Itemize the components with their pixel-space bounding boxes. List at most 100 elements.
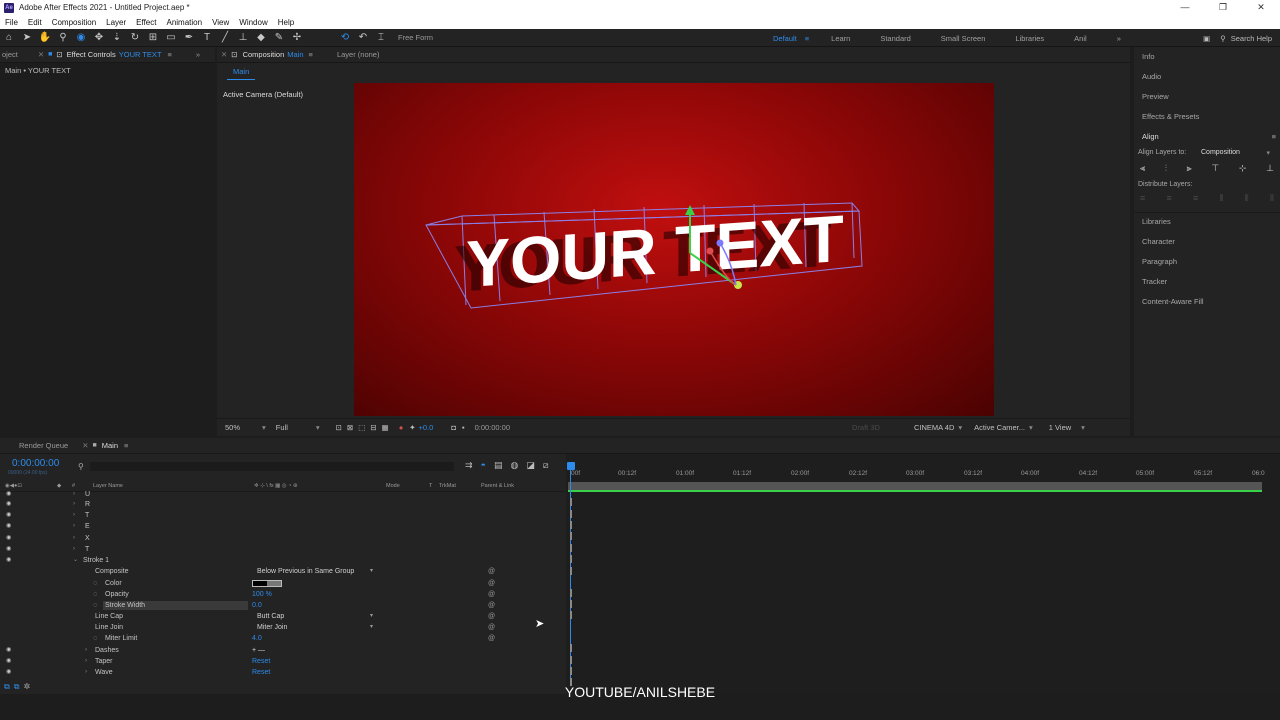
- keyframe-marker[interactable]: [570, 589, 572, 597]
- twirl-icon[interactable]: ›: [73, 544, 75, 555]
- eraser-tool-icon[interactable]: ◆: [252, 32, 270, 43]
- resolution-dropdown[interactable]: Full: [276, 423, 288, 432]
- workspace-learn[interactable]: Learn: [831, 34, 850, 43]
- tab-effect-controls[interactable]: Effect Controls: [67, 50, 116, 59]
- twirl-icon[interactable]: ›: [85, 667, 87, 678]
- distribute-vcenter-icon[interactable]: ≡: [1167, 193, 1172, 204]
- eye-icon[interactable]: ◉: [6, 544, 11, 555]
- line-join-dropdown[interactable]: Miter Join: [253, 623, 377, 632]
- lock-icon[interactable]: ⊡: [56, 50, 62, 59]
- show-snapshot-icon[interactable]: ▪: [462, 423, 465, 432]
- panel-align[interactable]: Align: [1142, 132, 1159, 141]
- layer-row[interactable]: ◉ › R: [0, 499, 565, 510]
- eye-icon[interactable]: ◉: [6, 499, 11, 510]
- layer-row[interactable]: ◉ › X: [0, 533, 565, 544]
- workspace-default[interactable]: Default: [773, 34, 797, 43]
- minimize-button[interactable]: —: [1166, 0, 1204, 15]
- composition-viewer[interactable]: YOUR TEXT YOUR TEXT: [354, 83, 994, 416]
- menu-edit[interactable]: Edit: [23, 18, 47, 27]
- graph-toggle-icon[interactable]: ⧄: [543, 460, 549, 471]
- graph-editor-icon[interactable]: ◪: [526, 460, 535, 471]
- align-vertical-center-icon[interactable]: ⊹: [1239, 163, 1247, 174]
- playhead-handle[interactable]: [567, 462, 575, 470]
- align-to-dropdown[interactable]: Composition: [1201, 149, 1240, 156]
- current-time-display[interactable]: 0:00:00:00: [475, 423, 510, 432]
- home-icon[interactable]: ⌂: [0, 32, 18, 43]
- eye-icon[interactable]: ◉: [6, 555, 11, 566]
- eye-icon[interactable]: ◉: [6, 521, 11, 532]
- renderer-dropdown[interactable]: CINEMA 4D: [914, 423, 954, 432]
- close-tab-icon[interactable]: ✕: [221, 50, 227, 59]
- color-swatch[interactable]: [252, 580, 282, 587]
- property-row[interactable]: ◉ › Wave Reset: [0, 667, 565, 678]
- close-tab-icon[interactable]: ✕: [82, 441, 88, 450]
- type-tool-icon[interactable]: T: [198, 32, 216, 43]
- tab-main-timeline[interactable]: Main: [102, 441, 118, 450]
- pick-whip-icon[interactable]: @: [488, 600, 495, 611]
- pick-whip-icon[interactable]: @: [488, 566, 495, 577]
- stopwatch-icon[interactable]: ◌: [93, 589, 97, 600]
- magnification-dropdown[interactable]: 50%: [225, 423, 240, 432]
- taper-reset-link[interactable]: Reset: [252, 656, 270, 667]
- twirl-icon[interactable]: ›: [73, 533, 75, 544]
- align-right-icon[interactable]: ⫸: [1187, 163, 1192, 174]
- puppet-tool-icon[interactable]: ✢: [288, 32, 306, 43]
- keyframe-marker[interactable]: [570, 555, 572, 563]
- keyframe-marker[interactable]: [570, 600, 572, 608]
- hand-tool-icon[interactable]: ✋: [36, 32, 54, 43]
- property-row-selected[interactable]: ◌ Stroke Width 0.0 @: [0, 600, 565, 611]
- keyframe-marker[interactable]: [570, 521, 572, 529]
- opacity-value[interactable]: 100 %: [252, 589, 272, 600]
- menu-help[interactable]: Help: [273, 18, 299, 27]
- twirl-open-icon[interactable]: ⌄: [73, 555, 78, 566]
- panel-tracker[interactable]: Tracker: [1142, 277, 1167, 286]
- twirl-icon[interactable]: ›: [85, 645, 87, 656]
- orbit-camera-tool-icon[interactable]: ◉: [72, 32, 90, 43]
- align-top-icon[interactable]: ⊤: [1211, 163, 1219, 174]
- camera-view-dropdown[interactable]: Active Camer...: [974, 423, 1025, 432]
- keyframe-marker[interactable]: [570, 544, 572, 552]
- eye-icon[interactable]: ◉: [6, 533, 11, 544]
- viewer-text-your-text[interactable]: YOUR TEXT: [466, 202, 844, 302]
- property-row[interactable]: ◌ Color @: [0, 578, 565, 589]
- panel-content-aware-fill[interactable]: Content-Aware Fill: [1142, 297, 1204, 306]
- timeline-current-time[interactable]: 0:00:00:00: [12, 458, 59, 469]
- mask-visibility-icon[interactable]: ⬚: [358, 423, 365, 432]
- workspace-standard[interactable]: Standard: [880, 34, 910, 43]
- panel-menu-icon[interactable]: ≡: [1272, 132, 1276, 141]
- region-of-interest-icon[interactable]: ⊡: [336, 423, 342, 432]
- twirl-icon[interactable]: ›: [73, 510, 75, 521]
- color-channels-icon[interactable]: ●: [399, 423, 404, 432]
- tab-render-queue[interactable]: Render Queue: [19, 441, 68, 450]
- pan-camera-tool-icon[interactable]: ✥: [90, 32, 108, 43]
- time-ruler[interactable]: 00f 00:12f 01:00f 01:12f 02:00f 02:12f 0…: [566, 462, 1266, 480]
- transparency-grid-icon[interactable]: ⊠: [347, 423, 353, 432]
- keyframe-marker[interactable]: [570, 644, 572, 652]
- rectangle-tool-icon[interactable]: ▭: [162, 32, 180, 43]
- layer-row[interactable]: ◉ ⌄ Stroke 1: [0, 555, 565, 566]
- keyframe-marker[interactable]: [570, 498, 572, 506]
- layer-search-input[interactable]: [90, 462, 454, 471]
- align-left-icon[interactable]: ⫷: [1140, 163, 1145, 174]
- pick-whip-icon[interactable]: @: [488, 589, 495, 600]
- twirl-icon[interactable]: ›: [73, 521, 75, 532]
- workspace-libraries[interactable]: Libraries: [1015, 34, 1044, 43]
- frame-blending-icon[interactable]: ▤: [494, 460, 503, 471]
- snapshot-camera-icon[interactable]: ◘: [451, 423, 456, 432]
- keyframe-marker[interactable]: [570, 667, 572, 675]
- distribute-left-icon[interactable]: ⦀: [1220, 193, 1224, 204]
- miter-limit-value[interactable]: 4.0: [252, 633, 262, 644]
- tab-composition[interactable]: Composition: [243, 50, 285, 59]
- pick-whip-icon[interactable]: @: [488, 611, 495, 622]
- selection-tool-icon[interactable]: ➤: [18, 32, 36, 43]
- stroke-width-value[interactable]: 0.0: [252, 600, 262, 611]
- local-axis-icon[interactable]: ⟲: [336, 32, 354, 43]
- property-row[interactable]: Line Join Miter Join @: [0, 622, 565, 633]
- clone-stamp-tool-icon[interactable]: ⊥: [234, 32, 252, 43]
- pan-behind-tool-icon[interactable]: ⊞: [144, 32, 162, 43]
- share-icon[interactable]: ▣: [1203, 34, 1210, 43]
- menu-animation[interactable]: Animation: [161, 18, 207, 27]
- keyframe-marker[interactable]: [570, 510, 572, 518]
- eye-icon[interactable]: ◉: [6, 645, 11, 656]
- dolly-camera-tool-icon[interactable]: ⇣: [108, 32, 126, 43]
